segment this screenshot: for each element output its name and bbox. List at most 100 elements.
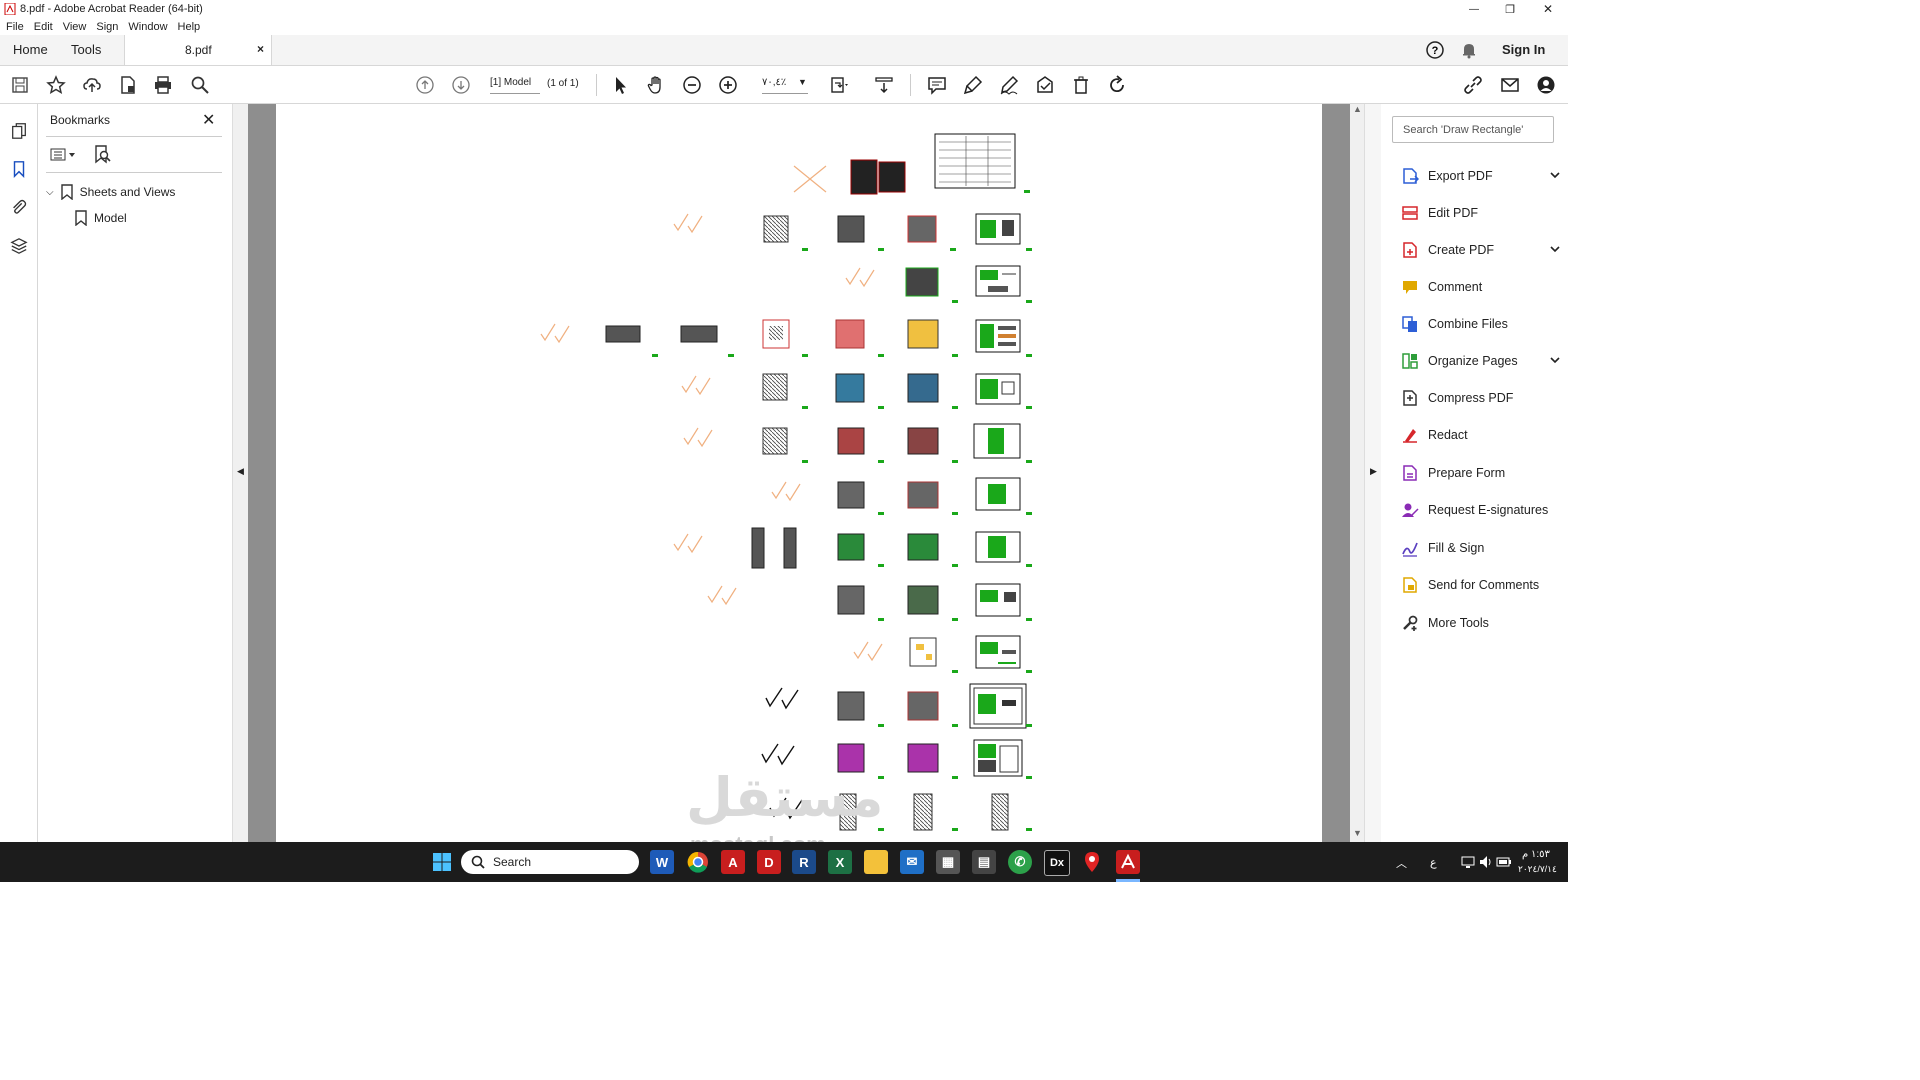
scroll-mode-icon[interactable] (873, 74, 895, 96)
tool-organize-pages[interactable]: Organize Pages (1401, 349, 1561, 373)
star-icon[interactable] (45, 74, 67, 96)
zoom-out-icon[interactable] (681, 74, 703, 96)
menu-sign[interactable]: Sign (96, 21, 118, 33)
tool-edit-pdf[interactable]: Edit PDF (1401, 201, 1561, 225)
excel-icon[interactable]: X (828, 850, 852, 874)
select-cursor-icon[interactable] (609, 74, 631, 96)
scroll-down-arrow-icon[interactable]: ▼ (1353, 828, 1362, 838)
tool-redact[interactable]: Redact (1401, 423, 1561, 447)
find-icon[interactable] (189, 74, 211, 96)
tool-more-tools[interactable]: More Tools (1401, 611, 1561, 635)
find-bookmark-icon[interactable] (92, 144, 112, 164)
hand-icon[interactable] (645, 74, 667, 96)
menu-view[interactable]: View (63, 21, 87, 33)
sign-in-button[interactable]: Sign In (1502, 42, 1545, 57)
network-icon[interactable] (1460, 854, 1476, 870)
page-up-icon[interactable] (414, 74, 436, 96)
stamp-icon[interactable] (1034, 74, 1056, 96)
tool-compress-pdf[interactable]: Compress PDF (1401, 386, 1561, 410)
whatsapp-icon[interactable]: ✆ (1008, 850, 1032, 874)
page-number-input[interactable]: [1] Model (490, 77, 540, 94)
tool-request-e-signatures[interactable]: Request E-signatures (1401, 498, 1561, 522)
print-icon[interactable] (152, 74, 174, 96)
account-icon[interactable] (1535, 74, 1557, 96)
tool-prepare-form[interactable]: Prepare Form (1401, 461, 1561, 485)
tool-fill-sign[interactable]: Fill & Sign (1401, 536, 1561, 560)
highlight-icon[interactable] (962, 74, 984, 96)
tab-close-button[interactable]: × (257, 42, 264, 56)
bookmark-item-sheets-and-views[interactable]: ⌵ Sheets and Views (46, 184, 175, 200)
acrobat-icon[interactable] (1116, 850, 1140, 874)
revit-icon[interactable]: R (792, 850, 816, 874)
battery-icon[interactable] (1496, 854, 1512, 870)
acrobat-app-icon (4, 3, 16, 15)
dx-app-icon[interactable]: Dx (1044, 850, 1070, 876)
maps-icon[interactable] (1080, 850, 1104, 874)
tools-pane-splitter[interactable]: ▶ (1364, 104, 1381, 842)
tool-comment[interactable]: Comment (1401, 275, 1561, 299)
zoom-level-input[interactable]: ٧٠,٤٪ ▼ (762, 77, 808, 94)
clock-time[interactable]: ١:٥٣ م (1522, 849, 1550, 860)
taskbar-search[interactable]: Search (461, 850, 639, 874)
volume-icon[interactable] (1478, 854, 1494, 870)
upload-icon[interactable] (81, 74, 103, 96)
vertical-scrollbar[interactable]: ▲ ▼ (1350, 104, 1364, 842)
tab-home[interactable]: Home (13, 42, 48, 57)
tool-export-pdf[interactable]: Export PDF (1401, 164, 1561, 188)
collapse-right-arrow-icon[interactable]: ▶ (1370, 466, 1377, 477)
comment-icon[interactable] (926, 74, 948, 96)
chrome-icon[interactable] (686, 850, 710, 874)
minimize-button[interactable]: — (1456, 0, 1492, 18)
rotate-icon[interactable] (1106, 74, 1128, 96)
collapse-left-arrow-icon[interactable]: ◀ (237, 466, 244, 477)
chevron-down-icon[interactable] (1549, 243, 1561, 258)
restore-button[interactable]: ❐ (1492, 0, 1528, 18)
tools-search-input[interactable]: Search 'Draw Rectangle' (1392, 116, 1554, 143)
file-explorer-icon[interactable] (864, 850, 888, 874)
notepad-icon[interactable]: ▤ (972, 850, 996, 874)
layers-icon[interactable] (8, 235, 30, 257)
fit-page-icon[interactable] (828, 74, 850, 96)
bookmark-item-model[interactable]: Model (74, 210, 127, 226)
windows-start-icon[interactable] (430, 850, 454, 874)
mail-icon[interactable]: ✉ (900, 850, 924, 874)
menu-window[interactable]: Window (128, 21, 167, 33)
menu-help[interactable]: Help (178, 21, 201, 33)
help-icon[interactable]: ? (1426, 41, 1444, 59)
bookmarks-icon[interactable] (8, 158, 30, 180)
attachments-icon[interactable] (8, 196, 30, 218)
document-icon[interactable] (117, 74, 139, 96)
input-language[interactable]: ع (1430, 856, 1437, 869)
d-app-icon[interactable]: D (757, 850, 781, 874)
save-icon[interactable] (9, 74, 31, 96)
share-link-icon[interactable] (1462, 74, 1484, 96)
chevron-up-icon[interactable]: ︿ (1396, 855, 1407, 871)
email-icon[interactable] (1499, 74, 1521, 96)
zoom-dropdown-arrow-icon[interactable]: ▼ (798, 77, 807, 87)
chevron-down-icon[interactable] (1549, 169, 1561, 184)
tab-tools[interactable]: Tools (71, 42, 101, 57)
close-panel-button[interactable]: ✕ (202, 110, 215, 130)
page-thumbnails-icon[interactable] (8, 120, 30, 142)
chevron-down-icon[interactable] (1549, 354, 1561, 369)
draw-icon[interactable] (998, 74, 1020, 96)
bookmark-options-dropdown[interactable] (50, 146, 78, 164)
zoom-in-icon[interactable] (717, 74, 739, 96)
menu-file[interactable]: File (6, 21, 24, 33)
clock-date[interactable]: ٢٠٢٤/٧/١٤ (1518, 864, 1557, 875)
page-down-icon[interactable] (450, 74, 472, 96)
close-window-button[interactable]: ✕ (1530, 0, 1566, 18)
tool-send-for-comments[interactable]: Send for Comments (1401, 573, 1561, 597)
autocad-icon[interactable]: A (721, 850, 745, 874)
tab-file[interactable]: 8.pdf × (124, 35, 272, 65)
pdf-page[interactable]: مستقل mostaql.com (276, 104, 1322, 857)
tool-create-pdf[interactable]: Create PDF (1401, 238, 1561, 262)
word-icon[interactable]: W (650, 850, 674, 874)
tool-combine-files[interactable]: Combine Files (1401, 312, 1561, 336)
chevron-down-icon[interactable]: ⌵ (46, 187, 54, 198)
menu-edit[interactable]: Edit (34, 21, 53, 33)
notification-bell-icon[interactable] (1460, 41, 1478, 59)
delete-icon[interactable] (1070, 74, 1092, 96)
scroll-up-arrow-icon[interactable]: ▲ (1353, 104, 1362, 114)
calculator-icon[interactable]: ▦ (936, 850, 960, 874)
